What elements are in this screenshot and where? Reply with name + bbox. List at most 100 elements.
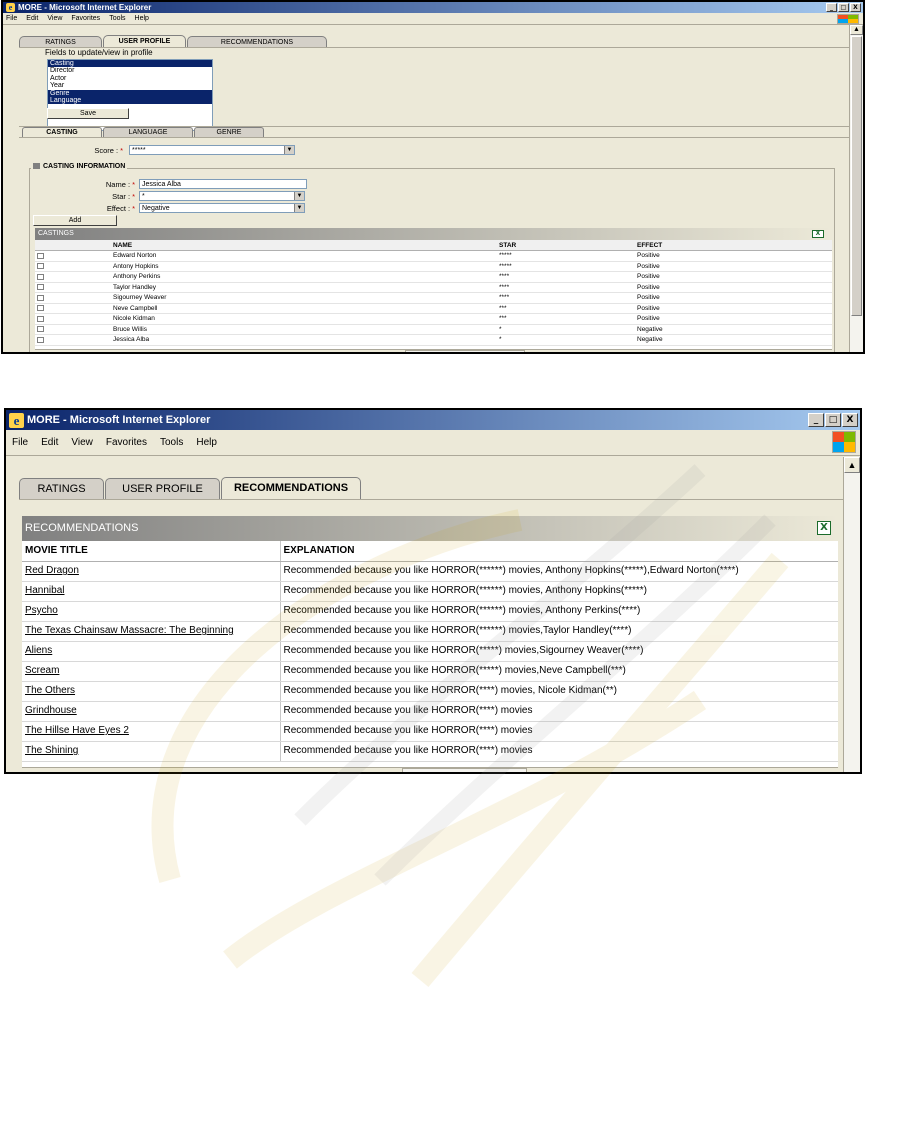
movie-title-link[interactable]: Grindhouse <box>25 705 77 716</box>
list-item[interactable]: Actor <box>48 75 212 82</box>
table-row: The Hillse Have Eyes 2 Recommended becaus… <box>22 721 838 742</box>
cell-star: **** <box>497 292 635 304</box>
table-row[interactable]: Neve Campbell *** Positive <box>35 303 832 314</box>
minimize-button[interactable]: _ <box>826 3 837 12</box>
table-row: Psycho Recommended because you like HORRO… <box>22 601 838 622</box>
table-row[interactable]: Anthony Perkins **** Positive <box>35 271 832 283</box>
movie-title-link[interactable]: The Others <box>25 685 75 696</box>
menu-file[interactable]: File <box>6 15 17 22</box>
menu-favorites[interactable]: Favorites <box>106 437 147 448</box>
movie-title-link[interactable]: The Texas Chainsaw Massacre: The Beginni… <box>25 625 234 636</box>
maximize-button[interactable]: □ <box>838 3 849 12</box>
scroll-thumb[interactable] <box>405 350 525 352</box>
row-checkbox[interactable] <box>37 326 44 333</box>
tab-recommendations[interactable]: RECOMMENDATIONS <box>221 477 361 499</box>
column-header-star[interactable]: STAR <box>497 240 635 251</box>
subtab-casting[interactable]: CASTING <box>22 127 102 137</box>
menu-edit[interactable]: Edit <box>41 437 58 448</box>
browser-window-recommendations: e MORE - Microsoft Internet Explorer _ □… <box>4 408 862 774</box>
chevron-down-icon[interactable]: ▼ <box>294 192 304 200</box>
star-select[interactable]: * ▼ <box>139 191 305 201</box>
excel-export-icon[interactable]: X <box>812 230 824 238</box>
menu-edit[interactable]: Edit <box>26 15 38 22</box>
add-button[interactable]: Add <box>33 215 117 226</box>
list-item[interactable]: Director <box>48 67 212 74</box>
movie-title-link[interactable]: The Hillse Have Eyes 2 <box>25 725 129 736</box>
menu-help[interactable]: Help <box>196 437 217 448</box>
table-row[interactable]: Antony Hopkins ***** Positive <box>35 261 832 272</box>
column-header-effect[interactable]: EFFECT <box>635 240 832 251</box>
tab-user-profile[interactable]: USER PROFILE <box>105 478 220 499</box>
cell-effect: Negative <box>635 324 832 335</box>
save-button[interactable]: Save <box>47 108 129 119</box>
table-row[interactable]: Edward Norton ***** Positive <box>35 250 832 262</box>
scroll-up-icon[interactable]: ▲ <box>844 457 860 473</box>
menu-view[interactable]: View <box>71 437 93 448</box>
vertical-scrollbar[interactable]: ▲ <box>849 25 863 352</box>
maximize-button[interactable]: □ <box>825 413 841 427</box>
tab-ratings[interactable]: RATINGS <box>19 478 104 499</box>
row-checkbox[interactable] <box>37 315 44 322</box>
table-row[interactable]: Sigourney Weaver **** Positive <box>35 292 832 304</box>
row-checkbox[interactable] <box>37 284 44 291</box>
subtab-genre[interactable]: GENRE <box>194 127 264 137</box>
subtab-language[interactable]: LANGUAGE <box>103 127 193 137</box>
scroll-up-icon[interactable]: ▲ <box>850 25 863 35</box>
row-checkbox[interactable] <box>37 273 44 280</box>
horizontal-scrollbar[interactable] <box>22 767 838 772</box>
excel-export-icon[interactable]: X <box>817 521 831 535</box>
movie-title-link[interactable]: Scream <box>25 665 59 676</box>
menu-help[interactable]: Help <box>135 15 149 22</box>
tab-recommendations[interactable]: RECOMMENDATIONS <box>187 36 327 47</box>
column-header-name[interactable]: NAME <box>111 240 497 251</box>
row-checkbox[interactable] <box>37 263 44 270</box>
scroll-thumb[interactable] <box>402 768 527 772</box>
column-header-movie-title[interactable]: MOVIE TITLE <box>22 541 281 562</box>
scroll-thumb[interactable] <box>851 36 862 316</box>
minimize-button[interactable]: _ <box>808 413 824 427</box>
table-row: Hannibal Recommended because you like HOR… <box>22 581 838 602</box>
close-button[interactable]: X <box>850 3 861 12</box>
table-row[interactable]: Jessica Alba * Negative <box>35 334 832 346</box>
score-select[interactable]: ***** ▼ <box>129 145 295 155</box>
cell-explanation: Recommended because you like HORROR(****… <box>280 561 838 582</box>
close-button[interactable]: X <box>842 413 858 427</box>
movie-title-link[interactable]: The Shining <box>25 745 78 756</box>
list-item[interactable]: Casting <box>48 60 212 68</box>
table-row: Scream Recommended because you like HORRO… <box>22 661 838 682</box>
table-row[interactable]: Taylor Handley **** Positive <box>35 282 832 293</box>
chevron-down-icon[interactable]: ▼ <box>294 204 304 212</box>
collapse-icon[interactable] <box>33 163 40 170</box>
chevron-down-icon[interactable]: ▼ <box>284 146 294 154</box>
table-row[interactable]: Bruce Willis * Negative <box>35 324 832 335</box>
column-header-explanation[interactable]: EXPLANATION <box>280 541 838 562</box>
table-row[interactable]: Nicole Kidman *** Positive <box>35 313 832 325</box>
movie-title-link[interactable]: Aliens <box>25 645 52 656</box>
menu-favorites[interactable]: Favorites <box>71 15 100 22</box>
effect-select[interactable]: Negative ▼ <box>139 203 305 213</box>
table-row: Grindhouse Recommended because you like H… <box>22 701 838 722</box>
menu-tools[interactable]: Tools <box>160 437 183 448</box>
row-checkbox[interactable] <box>37 305 44 312</box>
menu-file[interactable]: File <box>12 437 28 448</box>
horizontal-scrollbar[interactable] <box>35 349 832 352</box>
list-item[interactable]: Language <box>48 97 212 105</box>
name-field[interactable]: Jessica Alba <box>139 179 307 189</box>
list-item[interactable]: Genre <box>48 89 212 98</box>
movie-title-link[interactable]: Red Dragon <box>25 565 79 576</box>
menu-view[interactable]: View <box>47 15 62 22</box>
tab-ratings[interactable]: RATINGS <box>19 36 102 47</box>
row-checkbox[interactable] <box>37 294 44 301</box>
profile-fields-listbox[interactable]: Casting Director Actor Year Genre Langua… <box>47 59 213 131</box>
movie-title-link[interactable]: Psycho <box>25 605 58 616</box>
cell-explanation: Recommended because you like HORROR(****… <box>280 681 838 702</box>
menu-tools[interactable]: Tools <box>109 15 125 22</box>
row-checkbox[interactable] <box>37 252 44 259</box>
row-checkbox[interactable] <box>37 336 44 343</box>
star-label-text: Star : <box>112 192 131 201</box>
cell-effect: Positive <box>635 292 832 304</box>
list-item[interactable]: Year <box>48 82 212 89</box>
movie-title-link[interactable]: Hannibal <box>25 585 64 596</box>
tab-user-profile[interactable]: USER PROFILE <box>103 35 186 47</box>
vertical-scrollbar[interactable]: ▲ <box>843 457 860 772</box>
